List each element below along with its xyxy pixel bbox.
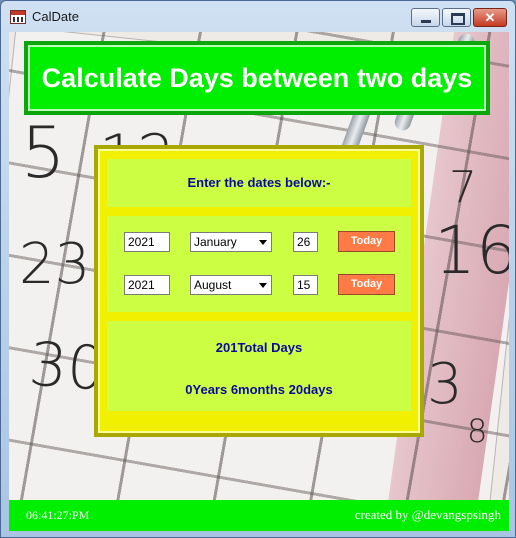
maximize-button[interactable] xyxy=(442,8,471,27)
end-month-value: August xyxy=(194,278,232,292)
date-input-section: 2021 January 26 Today 2021 August 15 Tod… xyxy=(107,216,411,312)
clock-label: 06:41:27:PM xyxy=(26,508,90,522)
close-button[interactable]: ✕ xyxy=(473,8,507,27)
bg-number: 16 xyxy=(434,212,509,289)
bg-number: 5 xyxy=(21,112,66,194)
date-calculator-panel: Enter the dates below:- 2021 January 26 … xyxy=(94,145,424,437)
end-today-button[interactable]: Today xyxy=(338,274,395,295)
calendar-app-icon xyxy=(10,10,26,24)
close-icon: ✕ xyxy=(484,10,496,25)
start-today-button[interactable]: Today xyxy=(338,231,395,252)
dropdown-arrow-icon xyxy=(259,240,267,245)
duration-breakdown-result: 0Years 6months 20days xyxy=(185,382,333,397)
bg-number: 8 xyxy=(467,412,488,450)
client-area: 5 12 16 30 23 8 7 3 Calculate Days betwe… xyxy=(9,32,509,531)
start-month-select[interactable]: January xyxy=(190,232,272,252)
total-days-result: 201Total Days xyxy=(215,340,303,355)
end-day-input[interactable]: 15 xyxy=(293,275,318,295)
minimize-button[interactable] xyxy=(411,8,440,27)
credit-label: created by @devangspsingh xyxy=(354,507,501,522)
bg-number: 3 xyxy=(427,352,463,417)
end-month-select[interactable]: August xyxy=(190,275,272,295)
bg-number: 7 xyxy=(449,162,477,213)
banner-title: Calculate Days between two days xyxy=(41,63,473,93)
bg-number: 23 xyxy=(19,232,91,297)
result-section: 201Total Days 0Years 6months 20days xyxy=(107,321,411,411)
header-banner: Calculate Days between two days xyxy=(24,41,490,115)
start-day-input[interactable]: 26 xyxy=(293,232,318,252)
prompt-label: Enter the dates below:- xyxy=(187,175,331,190)
title-bar[interactable]: CalDate ✕ xyxy=(1,1,515,31)
start-year-input[interactable]: 2021 xyxy=(124,232,170,252)
start-month-value: January xyxy=(194,235,237,249)
status-bar: 06:41:27:PM created by @devangspsingh xyxy=(9,500,509,531)
dropdown-arrow-icon xyxy=(259,283,267,288)
window-title: CalDate xyxy=(32,9,79,24)
end-year-input[interactable]: 2021 xyxy=(124,275,170,295)
app-window: CalDate ✕ 5 12 16 30 23 8 7 3 Calculate … xyxy=(0,0,516,538)
prompt-section: Enter the dates below:- xyxy=(107,159,411,207)
